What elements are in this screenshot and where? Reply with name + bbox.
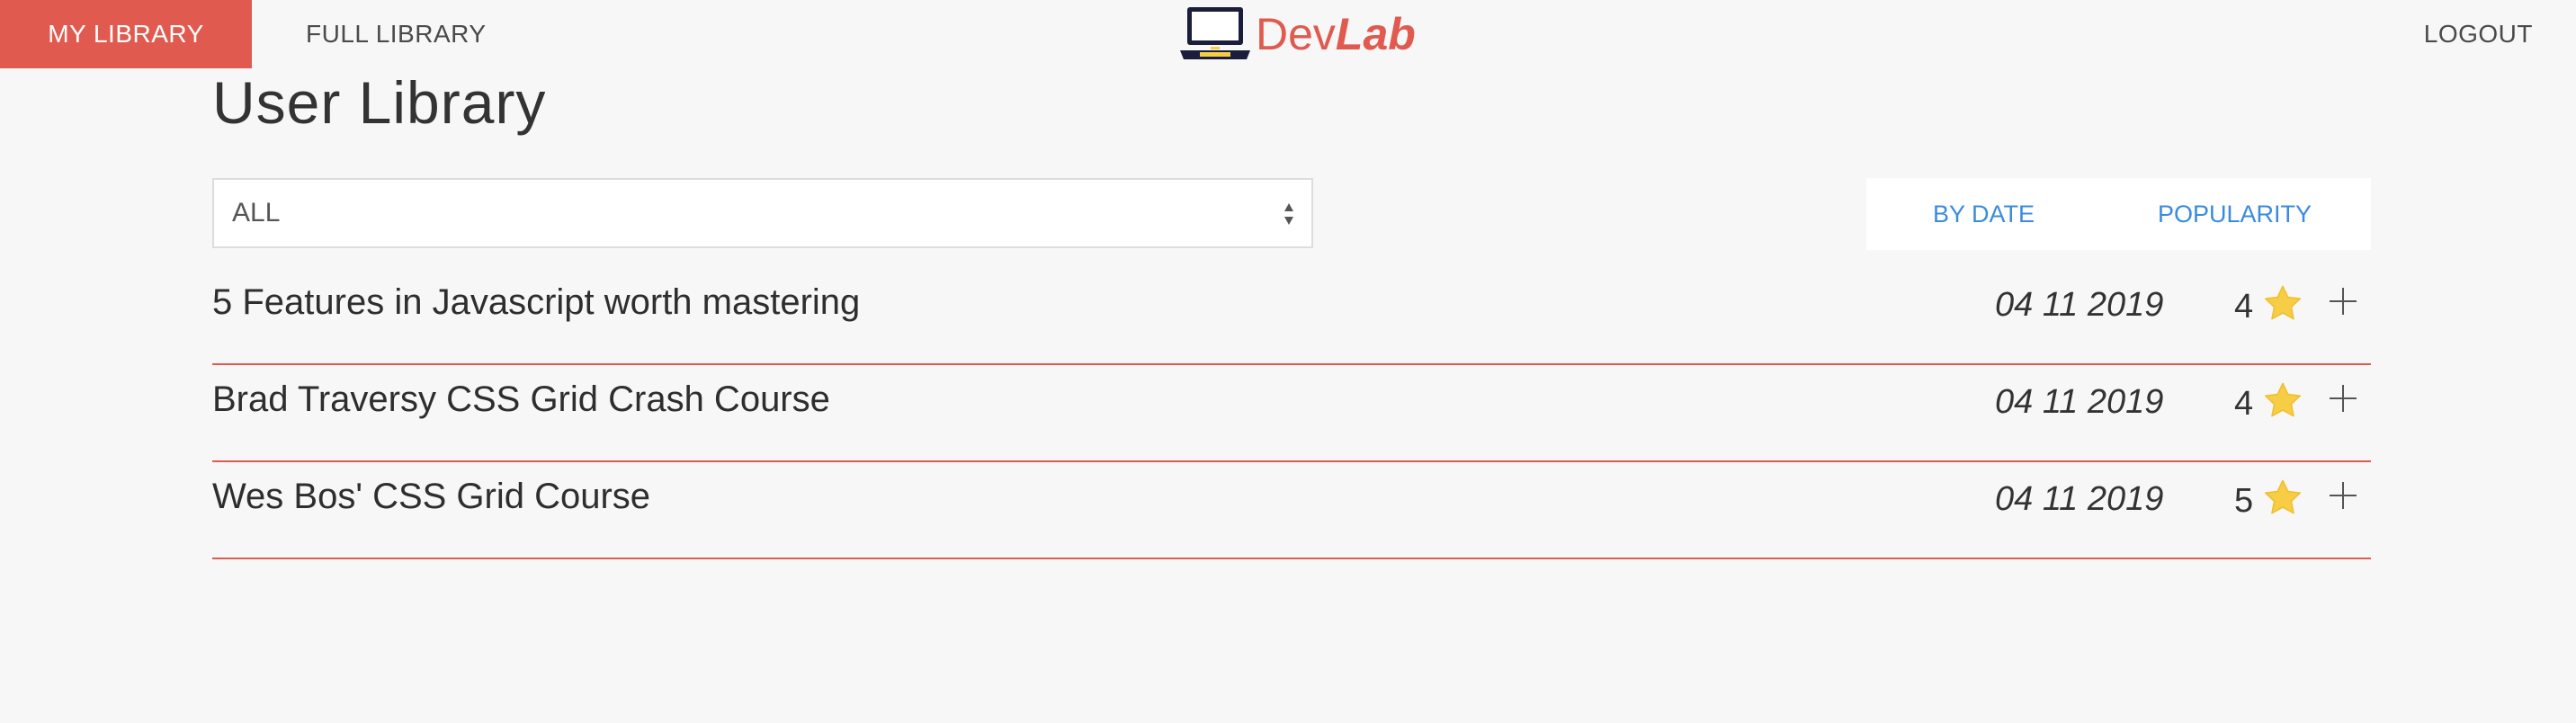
resource-title[interactable]: Brad Traversy CSS Grid Crash Course: [212, 379, 830, 420]
resource-date: 04 11 2019: [1995, 480, 2164, 518]
brand-logo[interactable]: DevLab: [1178, 4, 1416, 65]
page-title: User Library: [212, 69, 547, 136]
resource-rating: 4: [2234, 288, 2254, 326]
sort-by-date-button[interactable]: BY DATE: [1933, 178, 2035, 250]
star-icon: [2265, 382, 2301, 417]
brand-name-regular: Dev: [1256, 9, 1336, 59]
resource-date: 04 11 2019: [1995, 383, 2164, 421]
nav-full-library[interactable]: FULL LIBRARY: [306, 0, 487, 68]
resource-rating: 5: [2234, 482, 2254, 520]
list-item: 5 Features in Javascript worth mastering…: [212, 270, 2371, 365]
sort-controls: BY DATE POPULARITY: [1866, 178, 2371, 250]
laptop-icon: [1180, 7, 1250, 59]
resource-list: 5 Features in Javascript worth mastering…: [212, 270, 2371, 561]
nav-my-library[interactable]: MY LIBRARY: [0, 0, 252, 68]
logout-button[interactable]: LOGOUT: [2424, 0, 2533, 68]
sort-by-popularity-button[interactable]: POPULARITY: [2158, 178, 2312, 250]
star-icon: [2265, 479, 2301, 514]
resource-title[interactable]: Wes Bos' CSS Grid Course: [212, 477, 650, 517]
category-filter-value: ALL: [232, 198, 281, 228]
brand-name-bold: Lab: [1335, 9, 1416, 59]
list-item: Brad Traversy CSS Grid Crash Course 04 1…: [212, 367, 2371, 462]
resource-date: 04 11 2019: [1995, 286, 2164, 324]
top-navbar: MY LIBRARY FULL LIBRARY DevLab LOGOUT: [0, 0, 2576, 68]
resource-rating: 4: [2234, 385, 2254, 423]
list-item: Wes Bos' CSS Grid Course 04 11 2019 5: [212, 464, 2371, 559]
select-arrows-icon: [1284, 203, 1293, 225]
plus-icon[interactable]: [2328, 383, 2358, 414]
category-filter-select[interactable]: ALL: [212, 178, 1313, 248]
star-icon: [2265, 285, 2301, 320]
plus-icon[interactable]: [2328, 286, 2358, 317]
resource-title[interactable]: 5 Features in Javascript worth mastering: [212, 282, 860, 323]
brand-name: DevLab: [1256, 12, 1416, 57]
plus-icon[interactable]: [2328, 480, 2358, 511]
